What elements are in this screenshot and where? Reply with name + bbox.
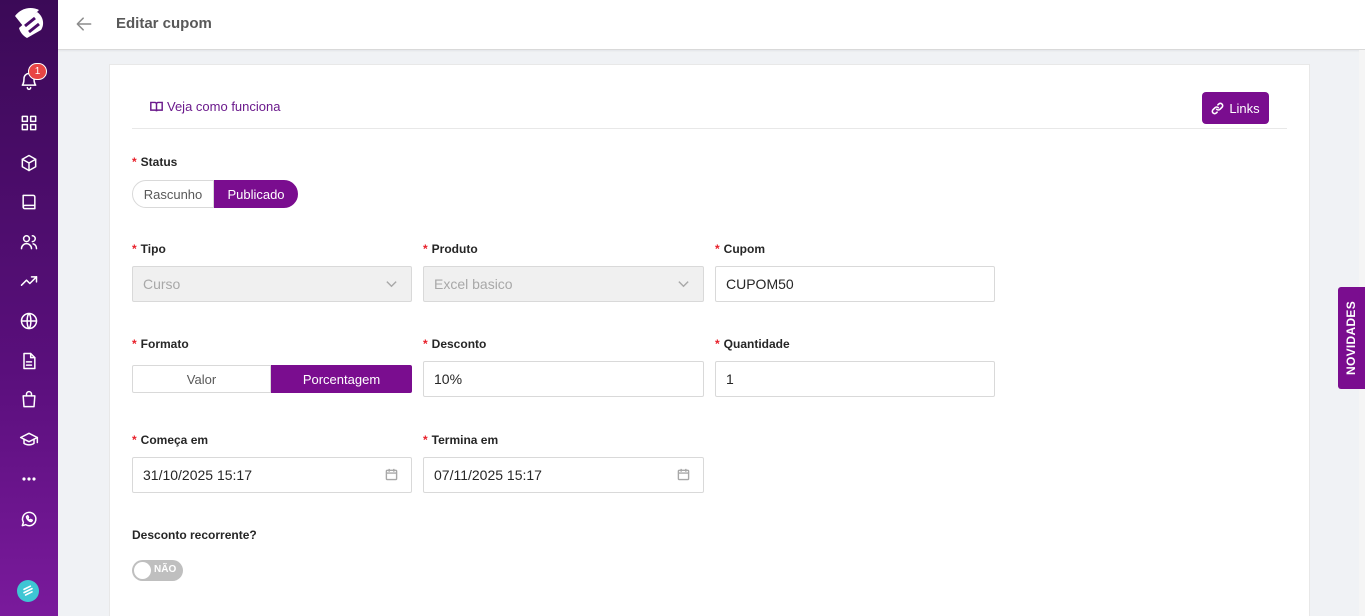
toggle-text: NÃO [154, 564, 177, 575]
page-title: Editar cupom [116, 15, 212, 32]
box-icon[interactable] [17, 151, 41, 175]
more-icon[interactable] [17, 467, 41, 491]
formato-radio-group: Valor Porcentagem [132, 365, 412, 393]
users-icon[interactable] [17, 230, 41, 254]
calendar-icon [677, 468, 691, 482]
app-logo[interactable] [9, 4, 49, 44]
quantidade-input[interactable] [715, 361, 995, 397]
cupom-input[interactable] [715, 266, 995, 302]
status-label: * Status [132, 155, 178, 169]
bag-icon[interactable] [17, 388, 41, 412]
whatsapp-icon[interactable] [17, 507, 41, 531]
book-open-icon [150, 101, 163, 112]
tipo-label: * Tipo [132, 242, 166, 256]
formato-option-porcentagem[interactable]: Porcentagem [271, 365, 412, 393]
recorrente-toggle[interactable]: NÃO [132, 560, 183, 581]
recorrente-label: Desconto recorrente? [132, 528, 257, 542]
globe-icon[interactable] [17, 309, 41, 333]
user-avatar[interactable] [17, 580, 39, 602]
chevron-down-icon [385, 277, 399, 291]
how-it-works-label: Veja como funciona [167, 99, 281, 114]
calendar-icon [385, 468, 399, 482]
book-icon[interactable] [17, 190, 41, 214]
trend-icon[interactable] [17, 269, 41, 293]
formato-option-valor[interactable]: Valor [132, 365, 271, 393]
graduation-icon[interactable] [17, 428, 41, 452]
file-icon[interactable] [17, 349, 41, 373]
desconto-input[interactable] [423, 361, 704, 397]
formato-label: * Formato [132, 337, 189, 351]
produto-select: Excel basico [423, 266, 704, 302]
notification-badge: 1 [28, 63, 47, 80]
novidades-label: NOVIDADES [1344, 300, 1359, 376]
produto-label: * Produto [423, 242, 478, 256]
termina-datepicker[interactable]: 07/11/2025 15:17 [423, 457, 704, 493]
desconto-label: * Desconto [423, 337, 487, 351]
cupom-label: * Cupom [715, 242, 765, 256]
back-arrow-icon[interactable] [74, 14, 96, 36]
toggle-knob [134, 562, 151, 579]
sidebar: 1 [0, 0, 58, 616]
grid-icon[interactable] [17, 111, 41, 135]
novidades-tab[interactable]: NOVIDADES [1338, 287, 1365, 389]
links-button[interactable]: Links [1202, 92, 1269, 124]
status-radio-group: Rascunho Publicado [132, 180, 298, 208]
coupon-form-card: Veja como funciona Links * Status Rascunh… [109, 64, 1310, 616]
comeca-label: * Começa em [132, 433, 209, 447]
status-option-draft[interactable]: Rascunho [132, 180, 214, 208]
how-it-works-link[interactable]: Veja como funciona [150, 99, 280, 114]
status-option-published[interactable]: Publicado [214, 180, 298, 208]
links-label: Links [1229, 100, 1260, 116]
link-icon [1211, 102, 1224, 114]
tipo-select: Curso [132, 266, 412, 302]
comeca-datepicker[interactable]: 31/10/2025 15:17 [132, 457, 412, 493]
chevron-down-icon [677, 277, 691, 291]
card-toolbar: Veja como funciona Links [132, 91, 1287, 129]
quantidade-label: * Quantidade [715, 337, 790, 351]
termina-label: * Termina em [423, 433, 499, 447]
page-header: Editar cupom [58, 0, 1365, 50]
